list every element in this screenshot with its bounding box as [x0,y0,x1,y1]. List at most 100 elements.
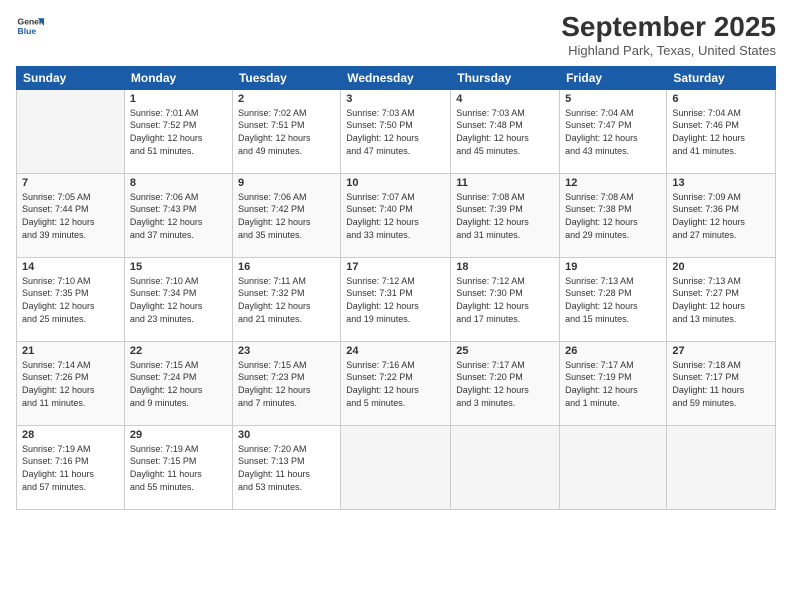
day-number: 23 [238,345,335,357]
day-info: Sunrise: 7:06 AM Sunset: 7:43 PM Dayligh… [130,191,227,241]
day-number: 4 [456,93,554,105]
day-info: Sunrise: 7:10 AM Sunset: 7:35 PM Dayligh… [22,275,119,325]
day-cell: 4 Sunrise: 7:03 AM Sunset: 7:48 PM Daylig… [451,89,560,173]
col-friday: Friday [560,66,667,89]
week-row-5: 28Sunrise: 7:19 AM Sunset: 7:16 PM Dayli… [17,425,776,509]
week-row-3: 14 Sunrise: 7:10 AM Sunset: 7:35 PM Dayli… [17,257,776,341]
day-number: 26 [565,345,661,357]
day-number: 16 [238,261,335,273]
day-cell: 28Sunrise: 7:19 AM Sunset: 7:16 PM Dayli… [17,425,125,509]
day-cell: 7 Sunrise: 7:05 AM Sunset: 7:44 PM Daylig… [17,173,125,257]
day-number: 25 [456,345,554,357]
day-number: 18 [456,261,554,273]
day-cell: 12Sunrise: 7:08 AM Sunset: 7:38 PM Dayli… [560,173,667,257]
day-number: 7 [22,177,119,189]
day-cell [667,425,776,509]
day-info: Sunrise: 7:01 AM Sunset: 7:52 PM Dayligh… [130,107,227,157]
day-info: Sunrise: 7:09 AM Sunset: 7:36 PM Dayligh… [672,191,770,241]
logo: General Blue [16,12,44,40]
day-cell: 23 Sunrise: 7:15 AM Sunset: 7:23 PM Dayli… [232,341,340,425]
day-number: 1 [130,93,227,105]
day-number: 30 [238,429,335,441]
day-info: Sunrise: 7:15 AM Sunset: 7:23 PM Dayligh… [238,359,335,409]
day-cell: 15 Sunrise: 7:10 AM Sunset: 7:34 PM Dayli… [124,257,232,341]
day-info: Sunrise: 7:14 AM Sunset: 7:26 PM Dayligh… [22,359,119,409]
week-row-1: 1 Sunrise: 7:01 AM Sunset: 7:52 PM Daylig… [17,89,776,173]
day-info: Sunrise: 7:10 AM Sunset: 7:34 PM Dayligh… [130,275,227,325]
day-info: Sunrise: 7:12 AM Sunset: 7:30 PM Dayligh… [456,275,554,325]
day-number: 14 [22,261,119,273]
day-info: Sunrise: 7:06 AM Sunset: 7:42 PM Dayligh… [238,191,335,241]
day-number: 2 [238,93,335,105]
day-info: Sunrise: 7:20 AM Sunset: 7:13 PM Dayligh… [238,443,335,493]
day-info: Sunrise: 7:08 AM Sunset: 7:38 PM Dayligh… [565,191,661,241]
day-info: Sunrise: 7:11 AM Sunset: 7:32 PM Dayligh… [238,275,335,325]
day-number: 17 [346,261,445,273]
day-number: 20 [672,261,770,273]
day-cell: 20 Sunrise: 7:13 AM Sunset: 7:27 PM Dayli… [667,257,776,341]
day-cell [341,425,451,509]
day-number: 5 [565,93,661,105]
day-number: 3 [346,93,445,105]
col-tuesday: Tuesday [232,66,340,89]
day-cell: 8 Sunrise: 7:06 AM Sunset: 7:43 PM Daylig… [124,173,232,257]
day-number: 22 [130,345,227,357]
day-cell: 29 Sunrise: 7:19 AM Sunset: 7:15 PM Dayli… [124,425,232,509]
calendar-table: Sunday Monday Tuesday Wednesday Thursday… [16,66,776,510]
day-info: Sunrise: 7:04 AM Sunset: 7:46 PM Dayligh… [672,107,770,157]
day-info: Sunrise: 7:07 AM Sunset: 7:40 PM Dayligh… [346,191,445,241]
day-number: 15 [130,261,227,273]
day-cell: 21Sunrise: 7:14 AM Sunset: 7:26 PM Dayli… [17,341,125,425]
day-cell: 9 Sunrise: 7:06 AM Sunset: 7:42 PM Daylig… [232,173,340,257]
day-cell: 14 Sunrise: 7:10 AM Sunset: 7:35 PM Dayli… [17,257,125,341]
day-cell: 1 Sunrise: 7:01 AM Sunset: 7:52 PM Daylig… [124,89,232,173]
day-cell [451,425,560,509]
day-cell: 2Sunrise: 7:02 AM Sunset: 7:51 PM Daylig… [232,89,340,173]
day-info: Sunrise: 7:19 AM Sunset: 7:15 PM Dayligh… [130,443,227,493]
day-info: Sunrise: 7:03 AM Sunset: 7:48 PM Dayligh… [456,107,554,157]
day-cell: 25 Sunrise: 7:17 AM Sunset: 7:20 PM Dayli… [451,341,560,425]
col-sunday: Sunday [17,66,125,89]
day-cell: 5Sunrise: 7:04 AM Sunset: 7:47 PM Daylig… [560,89,667,173]
header-row: Sunday Monday Tuesday Wednesday Thursday… [17,66,776,89]
day-info: Sunrise: 7:17 AM Sunset: 7:20 PM Dayligh… [456,359,554,409]
day-info: Sunrise: 7:17 AM Sunset: 7:19 PM Dayligh… [565,359,661,409]
day-cell: 26 Sunrise: 7:17 AM Sunset: 7:19 PM Dayli… [560,341,667,425]
header: General Blue September 2025 Highland Par… [16,12,776,58]
logo-icon: General Blue [16,12,44,40]
day-number: 28 [22,429,119,441]
day-cell: 27 Sunrise: 7:18 AM Sunset: 7:17 PM Dayli… [667,341,776,425]
day-cell: 3Sunrise: 7:03 AM Sunset: 7:50 PM Daylig… [341,89,451,173]
col-monday: Monday [124,66,232,89]
day-number: 27 [672,345,770,357]
day-number: 9 [238,177,335,189]
day-info: Sunrise: 7:13 AM Sunset: 7:27 PM Dayligh… [672,275,770,325]
svg-text:General: General [18,16,44,26]
col-thursday: Thursday [451,66,560,89]
day-number: 13 [672,177,770,189]
day-cell: 30 Sunrise: 7:20 AM Sunset: 7:13 PM Dayli… [232,425,340,509]
day-cell: 13 Sunrise: 7:09 AM Sunset: 7:36 PM Dayli… [667,173,776,257]
day-cell: 17Sunrise: 7:12 AM Sunset: 7:31 PM Dayli… [341,257,451,341]
day-info: Sunrise: 7:05 AM Sunset: 7:44 PM Dayligh… [22,191,119,241]
day-number: 8 [130,177,227,189]
day-cell: 18 Sunrise: 7:12 AM Sunset: 7:30 PM Dayli… [451,257,560,341]
day-info: Sunrise: 7:18 AM Sunset: 7:17 PM Dayligh… [672,359,770,409]
day-cell: 6Sunrise: 7:04 AM Sunset: 7:46 PM Daylig… [667,89,776,173]
day-number: 19 [565,261,661,273]
day-cell: 11Sunrise: 7:08 AM Sunset: 7:39 PM Dayli… [451,173,560,257]
day-cell: 22 Sunrise: 7:15 AM Sunset: 7:24 PM Dayli… [124,341,232,425]
day-number: 29 [130,429,227,441]
day-cell [560,425,667,509]
week-row-2: 7 Sunrise: 7:05 AM Sunset: 7:44 PM Daylig… [17,173,776,257]
day-number: 24 [346,345,445,357]
day-info: Sunrise: 7:15 AM Sunset: 7:24 PM Dayligh… [130,359,227,409]
col-saturday: Saturday [667,66,776,89]
day-cell: 19Sunrise: 7:13 AM Sunset: 7:28 PM Dayli… [560,257,667,341]
col-wednesday: Wednesday [341,66,451,89]
day-cell: 16 Sunrise: 7:11 AM Sunset: 7:32 PM Dayli… [232,257,340,341]
day-cell: 10Sunrise: 7:07 AM Sunset: 7:40 PM Dayli… [341,173,451,257]
calendar-container: General Blue September 2025 Highland Par… [0,0,792,612]
week-row-4: 21Sunrise: 7:14 AM Sunset: 7:26 PM Dayli… [17,341,776,425]
day-cell [17,89,125,173]
